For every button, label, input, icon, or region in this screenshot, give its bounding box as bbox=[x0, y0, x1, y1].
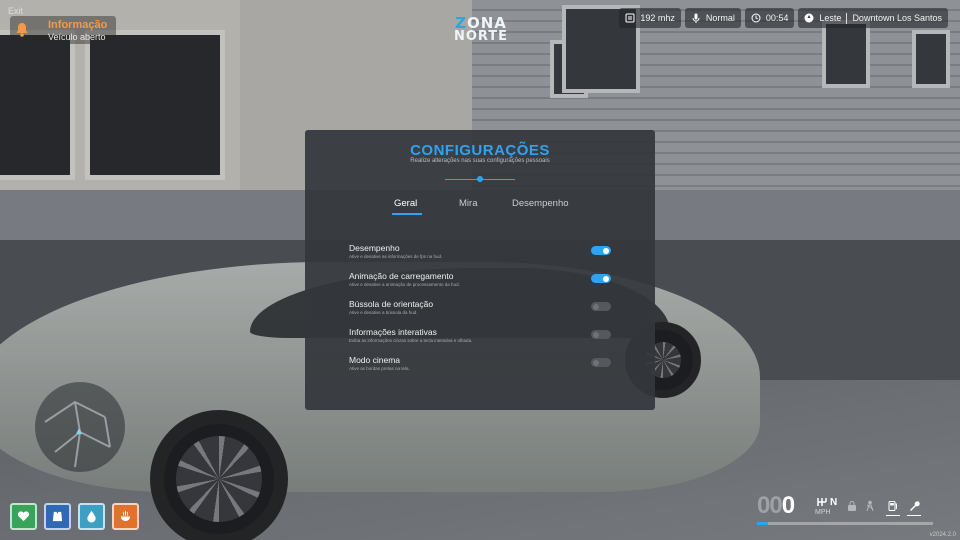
animacao-carregamento-toggle[interactable] bbox=[591, 274, 611, 283]
option-description: Ative e desative a bússola da hud. bbox=[349, 310, 418, 315]
vest-icon bbox=[52, 511, 63, 522]
settings-subtitle: Realize alterações nas suas configuraçõe… bbox=[410, 158, 550, 164]
settings-tabs: Geral Mira Desempenho bbox=[305, 198, 655, 218]
radio-frequency: 192 mhz bbox=[640, 13, 675, 23]
heart-icon bbox=[17, 511, 30, 522]
microphone-icon bbox=[692, 13, 700, 23]
speed-bar bbox=[757, 522, 933, 525]
settings-title: CONFIGURAÇÕES bbox=[410, 142, 550, 159]
notification-title: Informação bbox=[48, 19, 108, 31]
player-stats bbox=[10, 503, 139, 530]
minimap bbox=[35, 382, 125, 472]
bussola-orientacao-toggle[interactable] bbox=[591, 302, 611, 311]
title-divider-dot bbox=[477, 176, 483, 182]
option-label: Animação de carregamento bbox=[349, 271, 454, 281]
option-informacoes-interativas: Informações interativas Exiba as informa… bbox=[349, 327, 611, 349]
player-marker-icon bbox=[76, 428, 82, 434]
direction-text: Leste bbox=[819, 13, 842, 23]
modo-cinema-toggle[interactable] bbox=[591, 358, 611, 367]
speed-unit: MPH bbox=[815, 509, 831, 516]
gearbox-icon bbox=[817, 498, 827, 506]
server-logo: ZONA NORTE bbox=[446, 16, 516, 44]
tab-desempenho[interactable]: Desempenho bbox=[512, 198, 569, 209]
seatbelt-icon bbox=[866, 500, 874, 512]
radio-status: 192 mhz bbox=[619, 8, 681, 28]
informacoes-interativas-toggle[interactable] bbox=[591, 330, 611, 339]
bell-icon bbox=[14, 22, 30, 38]
option-description: Exiba as informações cinzas sobre a tecl… bbox=[349, 338, 473, 343]
exit-label: Exit bbox=[8, 6, 24, 16]
thirst-stat bbox=[78, 503, 105, 530]
option-animacao-carregamento: Animação de carregamento Ative e desativ… bbox=[349, 271, 611, 293]
option-description: Ative as bordas pretas na tela. bbox=[349, 366, 410, 371]
speedometer: 000 bbox=[757, 492, 795, 520]
settings-panel: CONFIGURAÇÕES Realize alterações nas sua… bbox=[305, 130, 655, 410]
water-drop-icon bbox=[87, 510, 96, 523]
tab-mira[interactable]: Mira bbox=[459, 198, 477, 209]
game-time: 00:54 bbox=[765, 13, 789, 23]
option-label: Desempenho bbox=[349, 243, 400, 253]
desempenho-toggle[interactable] bbox=[591, 246, 611, 255]
clock-icon bbox=[751, 13, 761, 23]
wrench-icon bbox=[910, 501, 920, 511]
health-stat bbox=[10, 503, 37, 530]
option-label: Bússola de orientação bbox=[349, 299, 434, 309]
speed-leading-zeros: 00 bbox=[757, 492, 783, 519]
option-modo-cinema: Modo cinema Ative as bordas pretas na te… bbox=[349, 355, 611, 377]
street-name: Downtown Los Santos bbox=[852, 13, 942, 23]
option-label: Modo cinema bbox=[349, 355, 401, 365]
notification-message: Veículo aberto bbox=[48, 32, 106, 42]
active-tab-indicator bbox=[392, 213, 422, 215]
tab-geral[interactable]: Geral bbox=[394, 198, 417, 209]
option-description: Ative e desative a animação de processam… bbox=[349, 282, 460, 287]
speed-bar-fill bbox=[757, 522, 768, 525]
armor-stat bbox=[44, 503, 71, 530]
lock-icon bbox=[848, 501, 856, 511]
logo-text: NORTE bbox=[453, 29, 509, 44]
location-status: Leste Downtown Los Santos bbox=[798, 8, 948, 28]
food-icon bbox=[120, 510, 131, 522]
notification-toast: Informação Veículo aberto bbox=[10, 16, 116, 44]
gear-indicator: N bbox=[830, 497, 838, 508]
voice-level: Normal bbox=[705, 13, 735, 23]
option-description: Ative e desative as informações de fps n… bbox=[349, 254, 443, 259]
clock-status: 00:54 bbox=[744, 8, 795, 28]
status-bar: 192 mhz Normal 00:54 Leste Downtown Los … bbox=[619, 8, 948, 28]
minimap-roads bbox=[44, 400, 111, 468]
compass-icon bbox=[804, 13, 814, 23]
fuel-icon bbox=[888, 501, 897, 511]
speed-value: 0 bbox=[781, 492, 795, 519]
hunger-stat bbox=[112, 503, 139, 530]
option-label: Informações interativas bbox=[349, 327, 437, 337]
version-label: v2024.2.0 bbox=[929, 532, 956, 538]
radio-icon bbox=[625, 13, 635, 23]
option-desempenho: Desempenho Ative e desative as informaçõ… bbox=[349, 243, 611, 265]
voice-status: Normal bbox=[684, 8, 741, 28]
option-bussola-orientacao: Bússola de orientação Ative e desative a… bbox=[349, 299, 611, 321]
